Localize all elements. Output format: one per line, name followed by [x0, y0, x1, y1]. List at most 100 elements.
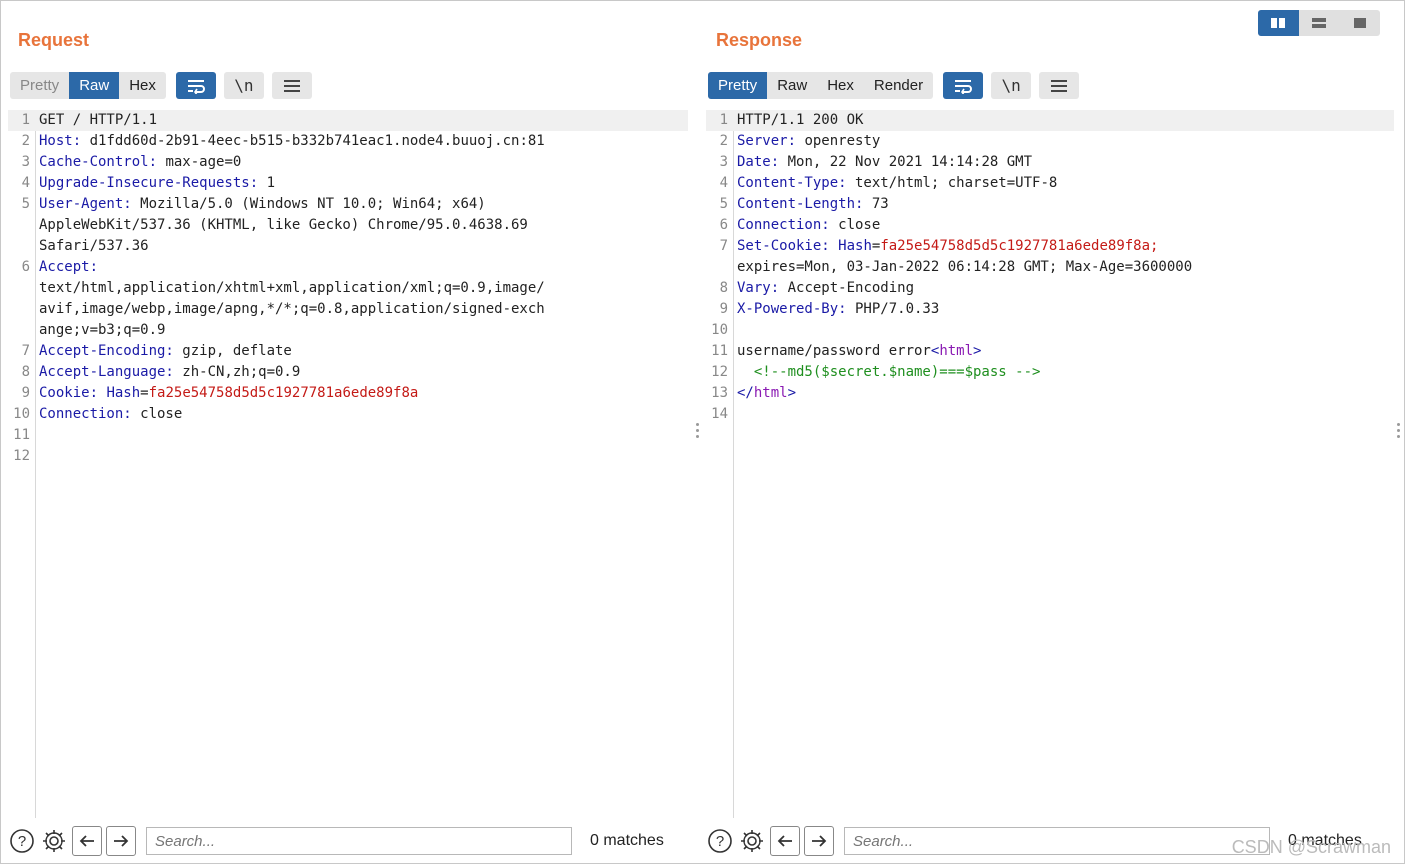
token: Vary:	[737, 280, 780, 296]
request-editor[interactable]: 1 GET / HTTP/1.1 2 Host: d1fdd60d-2b91-4eec…	[8, 110, 688, 818]
line-number: 4	[21, 175, 30, 191]
request-code-line[interactable]: ange;v=b3;q=0.9	[8, 320, 688, 341]
line-text: Connection: close	[39, 404, 182, 425]
line-number: 5	[719, 196, 728, 212]
token: 73	[863, 196, 889, 212]
response-code-line[interactable]: 6 Connection: close	[706, 215, 1394, 236]
response-editor[interactable]: 1 HTTP/1.1 200 OK 2 Server: openresty 3 Date:…	[706, 110, 1394, 818]
line-number: 1	[719, 112, 728, 128]
response-prev-match-button[interactable]	[770, 826, 800, 856]
request-code-line[interactable]: 10 Connection: close	[8, 404, 688, 425]
request-code-line[interactable]: 12	[8, 446, 688, 467]
line-text: Cache-Control: max-age=0	[39, 152, 241, 173]
request-next-match-button[interactable]	[106, 826, 136, 856]
response-code-line[interactable]: 8 Vary: Accept-Encoding	[706, 278, 1394, 299]
pane-splitter[interactable]	[696, 420, 700, 444]
line-number: 9	[719, 301, 728, 317]
line-text: GET / HTTP/1.1	[39, 110, 157, 131]
token: Upgrade-Insecure-Requests:	[39, 175, 259, 191]
response-code-line[interactable]: 2 Server: openresty	[706, 131, 1394, 152]
line-number: 13	[711, 385, 728, 401]
response-code-line[interactable]: 11 username/password error<html>	[706, 341, 1394, 362]
request-code-line[interactable]: AppleWebKit/537.36 (KHTML, like Gecko) C…	[8, 215, 688, 236]
line-number: 3	[719, 154, 728, 170]
hamburger-icon	[1051, 79, 1068, 92]
request-code-line[interactable]: 6 Accept:	[8, 257, 688, 278]
request-code-line[interactable]: 9 Cookie: Hash=fa25e54758d5d5c1927781a6ed…	[8, 383, 688, 404]
request-code-line[interactable]: text/html,application/xhtml+xml,applicat…	[8, 278, 688, 299]
request-search-bar: ? 0 matches	[8, 824, 688, 858]
token: 1	[258, 175, 276, 191]
token: =	[140, 385, 149, 401]
line-number: 12	[13, 448, 30, 464]
response-menu-button[interactable]	[1039, 72, 1080, 99]
response-code-line[interactable]: 9 X-Powered-By: PHP/7.0.33	[706, 299, 1394, 320]
response-view-tabs: Pretty Raw Hex Render	[708, 72, 934, 99]
request-settings-button[interactable]	[40, 827, 68, 855]
request-code-line[interactable]: 4 Upgrade-Insecure-Requests: 1	[8, 173, 688, 194]
token: Accept-Language:	[39, 364, 174, 380]
token: <!--md5($secret.$name)===$pass -->	[737, 364, 1041, 380]
request-newline-button[interactable]: \n	[223, 72, 264, 99]
response-code-line[interactable]: 1 HTTP/1.1 200 OK	[706, 110, 1394, 131]
token: Cache-Control:	[39, 154, 158, 170]
token: html	[939, 343, 974, 359]
response-code-line[interactable]: 14	[706, 404, 1394, 425]
line-text: Server: openresty	[737, 131, 880, 152]
token: Accept-Encoding:	[39, 343, 174, 359]
response-wrap-button[interactable]	[943, 72, 984, 99]
gear-icon	[741, 830, 763, 852]
token: Accept:	[39, 259, 99, 275]
gear-icon	[43, 830, 65, 852]
request-prev-match-button[interactable]	[72, 826, 102, 856]
request-tab-raw[interactable]: Raw	[69, 72, 120, 99]
response-code-line[interactable]: 5 Content-Length: 73	[706, 194, 1394, 215]
line-text: Content-Type: text/html; charset=UTF-8	[737, 173, 1057, 194]
response-code-line[interactable]: 12 <!--md5($secret.$name)===$pass -->	[706, 362, 1394, 383]
line-text: <!--md5($secret.$name)===$pass -->	[737, 362, 1041, 383]
request-code-line[interactable]: 11	[8, 425, 688, 446]
request-code-line[interactable]: Safari/537.36	[8, 236, 688, 257]
response-code-line[interactable]: 7 Set-Cookie: Hash=fa25e54758d5d5c1927781…	[706, 236, 1394, 257]
token: Content-Length:	[737, 196, 864, 212]
request-code-line[interactable]: 1 GET / HTTP/1.1	[8, 110, 688, 131]
response-tab-raw[interactable]: Raw	[767, 72, 817, 99]
watermark: CSDN @Scrawman	[1231, 837, 1391, 857]
request-menu-button[interactable]	[271, 72, 312, 99]
request-code-line[interactable]: 8 Accept-Language: zh-CN,zh;q=0.9	[8, 362, 688, 383]
response-tab-render[interactable]: Render	[864, 72, 933, 99]
request-code-line[interactable]: 5 User-Agent: Mozilla/5.0 (Windows NT 10.…	[8, 194, 688, 215]
right-splitter[interactable]	[1397, 420, 1401, 444]
response-code-line[interactable]: expires=Mon, 03-Jan-2022 06:14:28 GMT; M…	[706, 257, 1394, 278]
response-code-line[interactable]: 13 </html>	[706, 383, 1394, 404]
line-text: Upgrade-Insecure-Requests: 1	[39, 173, 275, 194]
response-help-button[interactable]: ?	[706, 827, 734, 855]
line-text: expires=Mon, 03-Jan-2022 06:14:28 GMT; M…	[737, 257, 1192, 278]
response-toolbar: Pretty Raw Hex Render \n	[708, 72, 1080, 99]
request-wrap-button[interactable]	[175, 72, 216, 99]
request-code-line[interactable]: 3 Cache-Control: max-age=0	[8, 152, 688, 173]
response-code-line[interactable]: 3 Date: Mon, 22 Nov 2021 14:14:28 GMT	[706, 152, 1394, 173]
response-code-line[interactable]: 4 Content-Type: text/html; charset=UTF-8	[706, 173, 1394, 194]
request-code-line[interactable]: 2 Host: d1fdd60d-2b91-4eec-b515-b332b741e…	[8, 131, 688, 152]
response-next-match-button[interactable]	[804, 826, 834, 856]
request-search-input[interactable]	[146, 827, 572, 855]
line-text: Accept-Language: zh-CN,zh;q=0.9	[39, 362, 300, 383]
request-code-line[interactable]: avif,image/webp,image/apng,*/*;q=0.8,app…	[8, 299, 688, 320]
token: Set-Cookie:	[737, 238, 830, 254]
request-tab-pretty[interactable]: Pretty	[10, 72, 69, 99]
response-newline-button[interactable]: \n	[991, 72, 1032, 99]
response-code-line[interactable]: 10	[706, 320, 1394, 341]
line-number: 2	[719, 133, 728, 149]
response-settings-button[interactable]	[738, 827, 766, 855]
token: ange;v=b3;q=0.9	[39, 322, 166, 338]
request-tab-hex[interactable]: Hex	[119, 72, 166, 99]
arrow-right-icon	[812, 835, 827, 847]
response-tab-pretty[interactable]: Pretty	[708, 72, 768, 99]
wrap-lines-icon	[187, 79, 205, 94]
response-search-input[interactable]	[844, 827, 1270, 855]
request-help-button[interactable]: ?	[8, 827, 36, 855]
line-text: Content-Length: 73	[737, 194, 889, 215]
response-tab-hex[interactable]: Hex	[817, 72, 864, 99]
request-code-line[interactable]: 7 Accept-Encoding: gzip, deflate	[8, 341, 688, 362]
